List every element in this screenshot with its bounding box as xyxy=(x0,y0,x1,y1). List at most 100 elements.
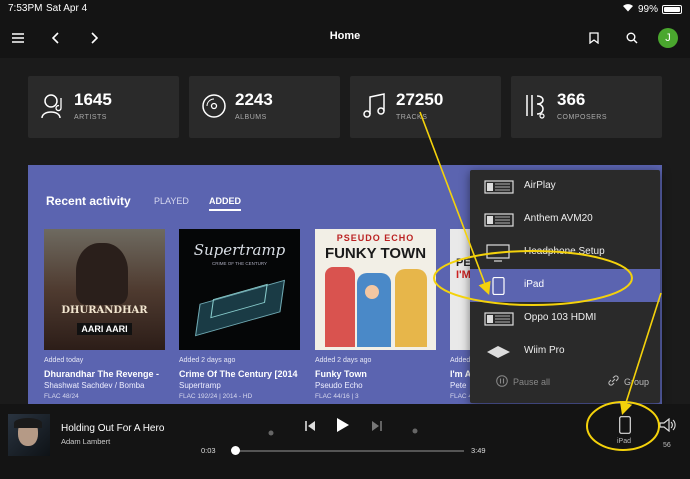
now-playing-art[interactable] xyxy=(8,414,50,456)
stat-composers[interactable]: 366 COMPOSERS xyxy=(511,76,662,138)
album-art-subtext: FUNKY TOWN xyxy=(324,245,427,262)
composer-icon xyxy=(523,92,549,125)
stat-label: TRACKS xyxy=(396,114,428,121)
volume-button[interactable]: 56 xyxy=(657,417,679,452)
status-bar: 7:53PM Sat Apr 4 99% xyxy=(0,0,690,18)
album-card[interactable]: PSEUDO ECHO FUNKY TOWN Added 2 days ago … xyxy=(315,229,436,400)
track-artist[interactable]: Adam Lambert xyxy=(61,437,110,446)
stat-albums[interactable]: 2243 ALBUMS xyxy=(189,76,340,138)
search-icon[interactable] xyxy=(620,26,644,50)
radio-dot-icon[interactable] xyxy=(412,421,418,439)
zone-item-oppo[interactable]: Oppo 103 HDMI xyxy=(470,302,660,335)
zone-item-wiim-pro[interactable]: Wiim Pro xyxy=(470,335,660,368)
wifi-icon xyxy=(622,3,634,15)
next-icon[interactable] xyxy=(371,419,383,437)
pause-all-button[interactable]: Pause all xyxy=(496,375,550,389)
zone-label: Headphone Setup xyxy=(524,246,605,257)
zone-item-airplay[interactable]: AirPlay xyxy=(470,170,660,203)
tablet-icon xyxy=(484,276,510,296)
volume-level: 56 xyxy=(663,442,671,449)
zone-button[interactable]: iPad xyxy=(615,416,637,450)
battery-percent: 99% xyxy=(637,3,658,15)
status-time: 7:53PM xyxy=(8,3,43,14)
added-date: Added today xyxy=(44,357,84,364)
album-art[interactable]: PSEUDO ECHO FUNKY TOWN xyxy=(315,229,436,350)
album-artist[interactable]: Shashwat Sachdev / Bomba xyxy=(44,381,165,390)
group-label: Group xyxy=(624,376,650,387)
zone-label: Oppo 103 HDMI xyxy=(524,312,597,323)
album-art-text: Supertramp xyxy=(193,241,286,259)
zone-label: iPad xyxy=(524,279,545,290)
album-format: FLAC 48/24 xyxy=(44,393,79,400)
stat-label: ALBUMS xyxy=(235,114,267,121)
zone-item-headphone-setup[interactable]: Headphone Setup xyxy=(470,236,660,269)
progress-bar[interactable] xyxy=(232,450,464,452)
zone-button-label: iPad xyxy=(617,438,632,445)
album-card[interactable]: DHURANDHAR AARI AARI Added today Dhurand… xyxy=(44,229,165,400)
album-art[interactable]: Supertramp CRIME OF THE CENTURY xyxy=(179,229,300,350)
tracks-icon xyxy=(362,92,388,125)
album-icon xyxy=(201,92,227,125)
group-button[interactable]: Group xyxy=(608,375,649,388)
stat-label: ARTISTS xyxy=(74,114,107,121)
tablet-icon xyxy=(619,416,631,439)
zone-label: AirPlay xyxy=(524,180,556,191)
album-artist[interactable]: Supertramp xyxy=(179,381,300,390)
link-icon xyxy=(608,375,619,388)
battery-icon xyxy=(662,4,682,14)
album-format: FLAC 44/16 | 3 xyxy=(315,393,359,400)
pause-icon xyxy=(496,375,508,389)
progress-handle[interactable] xyxy=(231,446,241,455)
status-right: 99% xyxy=(622,3,682,15)
streamer-icon xyxy=(484,343,510,359)
album-card[interactable]: Supertramp CRIME OF THE CENTURY Added 2 … xyxy=(179,229,300,400)
stat-value: 2243 xyxy=(235,90,273,109)
duration-time: 3:49 xyxy=(471,446,486,455)
added-date: Added 2 days ago xyxy=(179,357,236,364)
zone-label: Anthem AVM20 xyxy=(524,213,593,224)
elapsed-time: 0:03 xyxy=(201,446,216,455)
speaker-icon xyxy=(484,211,514,227)
previous-icon[interactable] xyxy=(304,419,316,437)
stat-value: 1645 xyxy=(74,90,112,109)
zone-picker: AirPlay Anthem AVM20 Headphone Setup iPa… xyxy=(470,170,660,403)
radio-dot-icon[interactable] xyxy=(268,423,274,441)
speaker-icon xyxy=(484,310,514,326)
stat-tracks[interactable]: 27250 TRACKS xyxy=(350,76,501,138)
stat-value: 366 xyxy=(557,90,586,109)
track-title[interactable]: Holding Out For A Hero xyxy=(61,423,164,434)
album-art-subtext: AARI AARI xyxy=(77,323,132,335)
album-art-subtext: CRIME OF THE CENTURY xyxy=(211,261,268,266)
user-avatar[interactable]: J xyxy=(658,28,678,48)
added-date: Added 2 days ago xyxy=(315,357,372,364)
album-name[interactable]: Dhurandhar The Revenge - xyxy=(44,369,165,379)
zone-label: Wiim Pro xyxy=(524,345,565,356)
zone-item-ipad[interactable]: iPad xyxy=(470,269,660,302)
album-art-text: DHURANDHAR xyxy=(61,305,148,316)
album-format: FLAC 192/24 | 2014 - HD xyxy=(179,393,253,400)
zone-item-anthem[interactable]: Anthem AVM20 xyxy=(470,203,660,236)
volume-icon xyxy=(659,417,677,437)
album-name[interactable]: Funky Town xyxy=(315,369,436,379)
status-date: Sat Apr 4 xyxy=(46,3,88,14)
album-artist[interactable]: Pseudo Echo xyxy=(315,381,436,390)
recent-activity-title: Recent activity xyxy=(46,194,131,208)
album-name[interactable]: Crime Of The Century [2014 xyxy=(179,369,300,379)
top-navigation: Home J xyxy=(0,18,690,58)
stat-value: 27250 xyxy=(396,90,444,109)
bookmark-icon[interactable] xyxy=(582,26,606,50)
album-art-text: PSEUDO ECHO xyxy=(336,233,415,243)
play-icon[interactable] xyxy=(336,417,350,438)
artist-icon xyxy=(40,92,66,125)
album-art-subtext: I'M xyxy=(456,269,471,281)
stat-artists[interactable]: 1645 ARTISTS xyxy=(28,76,179,138)
album-art[interactable]: DHURANDHAR AARI AARI xyxy=(44,229,165,350)
speaker-icon xyxy=(484,178,514,194)
now-playing-bar: Holding Out For A Hero Adam Lambert 0:03… xyxy=(0,404,690,479)
display-icon xyxy=(484,244,510,262)
zone-picker-footer: Pause all Group xyxy=(470,370,660,394)
library-stats: 1645 ARTISTS 2243 ALBUMS 27250 TRACKS 36… xyxy=(28,76,662,138)
album-art-text: PE xyxy=(456,257,471,269)
tab-added[interactable]: ADDED xyxy=(209,196,242,211)
tab-played[interactable]: PLAYED xyxy=(154,196,189,206)
